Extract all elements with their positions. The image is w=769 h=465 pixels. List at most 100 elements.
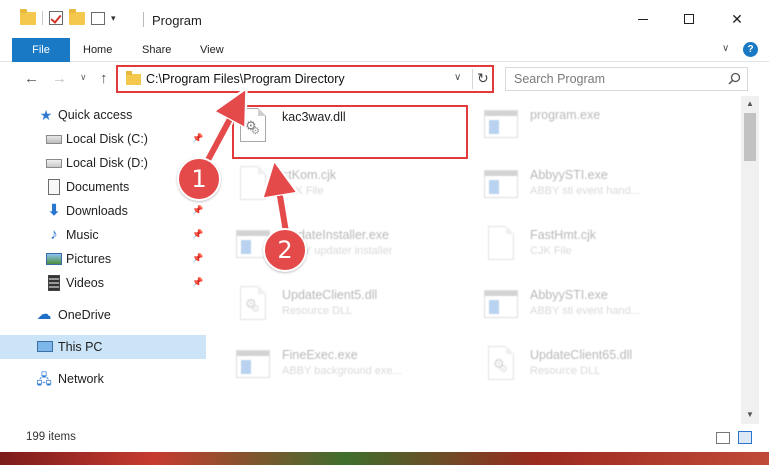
file-item[interactable]: ⚙ ⚙ UpdateClient65.dll Resource DLL <box>484 344 724 396</box>
properties-check-icon[interactable] <box>49 11 63 25</box>
recent-locations-chevron-icon[interactable]: ∨ <box>80 72 87 83</box>
tab-file[interactable]: File <box>12 38 70 62</box>
sidebar-item-label: Network <box>58 372 104 386</box>
file-item[interactable]: FastHmt.cjk CJK File <box>484 224 724 276</box>
details-view-icon[interactable] <box>716 432 730 444</box>
computer-icon <box>37 341 53 352</box>
music-icon: ♪ <box>50 226 58 243</box>
toolbar-divider <box>42 11 43 25</box>
exe-file-icon <box>484 106 518 146</box>
minimize-button[interactable] <box>620 0 666 38</box>
video-icon <box>48 275 60 291</box>
file-name: AbbyySTI.exe <box>530 288 608 302</box>
highlight-box <box>232 105 468 159</box>
file-name: program.exe <box>530 108 601 122</box>
tab-share[interactable]: Share <box>132 38 181 62</box>
sidebar-item-quick-access[interactable]: ★ Quick access <box>0 103 206 127</box>
window-title: Program <box>152 13 202 28</box>
sidebar-item-network[interactable]: 🖧 Network <box>0 367 206 391</box>
vertical-scrollbar[interactable]: ▲ ▼ <box>741 96 759 424</box>
explorer-window: ▾ Program ✕ File Home Share View ∨ ? ← →… <box>0 0 769 452</box>
search-placeholder: Search Program <box>514 72 606 86</box>
file-name: stKom.cjk <box>282 168 337 182</box>
file-name: FastHmt.cjk <box>530 228 596 242</box>
navigation-bar: ← → ∨ ↑ C:\Program Files\Program Directo… <box>0 62 769 96</box>
sidebar-item-documents[interactable]: Documents 📌 <box>0 175 206 199</box>
help-icon[interactable]: ? <box>743 42 758 57</box>
file-description: CJK File <box>282 185 324 197</box>
sidebar-item-downloads[interactable]: ⬇ Downloads 📌 <box>0 199 206 223</box>
properties-icon[interactable] <box>91 11 105 25</box>
file-description: ABBY background exe... <box>282 365 402 377</box>
sidebar-item-local-disk-c[interactable]: Local Disk (C:) 📌 <box>0 127 206 151</box>
pin-icon[interactable]: 📌 <box>192 229 203 240</box>
file-item[interactable]: program.exe <box>484 104 724 156</box>
sidebar-item-videos[interactable]: Videos 📌 <box>0 271 206 295</box>
address-divider <box>472 69 473 89</box>
file-description: Resource DLL <box>530 365 601 377</box>
sidebar-item-onedrive[interactable]: ☁ OneDrive <box>0 303 206 327</box>
sidebar-item-this-pc[interactable]: This PC <box>0 335 206 359</box>
search-icon <box>728 72 741 85</box>
file-description: ABBY sti event hand... <box>530 305 640 317</box>
expand-ribbon-chevron-icon[interactable]: ∨ <box>722 43 729 54</box>
document-file-icon <box>484 226 518 266</box>
dll-file-icon: ⚙ ⚙ <box>484 346 518 386</box>
file-item[interactable]: AbbyySTI.exe ABBY sti event hand... <box>484 284 724 336</box>
scroll-up-icon[interactable]: ▲ <box>746 99 754 108</box>
sidebar-item-pictures[interactable]: Pictures 📌 <box>0 247 206 271</box>
file-name: FineExec.exe <box>282 348 358 362</box>
folder-icon[interactable] <box>20 8 36 25</box>
dll-file-icon: ⚙ ⚙ <box>236 286 270 326</box>
pictures-icon <box>46 253 62 265</box>
folder-icon <box>126 71 141 85</box>
search-input[interactable]: Search Program <box>505 67 748 91</box>
tab-home[interactable]: Home <box>73 38 122 62</box>
maximize-icon <box>684 14 694 24</box>
navigation-pane: ★ Quick access Local Disk (C:) 📌 Local D… <box>0 96 206 424</box>
refresh-icon[interactable]: ↻ <box>477 70 489 87</box>
title-bar: ▾ Program ✕ <box>0 0 769 38</box>
sidebar-item-local-disk-d[interactable]: Local Disk (D:) <box>0 151 206 175</box>
step-2-badge: 2 <box>263 228 307 272</box>
sidebar-item-label: OneDrive <box>58 308 111 322</box>
tab-view[interactable]: View <box>190 38 234 62</box>
maximize-button[interactable] <box>666 0 712 38</box>
sidebar-item-label: Downloads <box>66 204 128 218</box>
scroll-down-icon[interactable]: ▼ <box>746 410 754 419</box>
file-name: AbbyySTI.exe <box>530 168 608 182</box>
file-item[interactable]: FineExec.exe ABBY background exe... <box>236 344 476 396</box>
documents-icon <box>48 179 60 195</box>
sidebar-item-label: Documents <box>66 180 130 194</box>
drive-icon <box>46 159 62 168</box>
address-bar[interactable]: C:\Program Files\Program Directory ∨ ↻ <box>116 65 494 93</box>
large-icons-view-icon[interactable] <box>738 431 752 444</box>
exe-file-icon <box>484 166 518 206</box>
drive-icon <box>46 135 62 144</box>
pin-icon[interactable]: 📌 <box>192 133 203 144</box>
close-icon: ✕ <box>731 10 743 27</box>
back-arrow-icon[interactable]: ← <box>24 70 39 87</box>
address-dropdown-chevron-icon[interactable]: ∨ <box>454 72 461 83</box>
file-item[interactable]: ⚙ ⚙ UpdateClient5.dll Resource DLL <box>236 284 476 336</box>
file-name: UpdateClient65.dll <box>530 348 633 362</box>
document-file-icon <box>236 166 270 206</box>
desktop-wallpaper-strip <box>0 452 769 465</box>
pin-icon[interactable]: 📌 <box>192 253 203 264</box>
file-item[interactable]: AbbyySTI.exe ABBY sti event hand... <box>484 164 724 216</box>
pin-icon[interactable]: 📌 <box>192 277 203 288</box>
address-path[interactable]: C:\Program Files\Program Directory <box>146 72 345 86</box>
sidebar-item-label: This PC <box>58 340 103 354</box>
close-button[interactable]: ✕ <box>714 0 760 38</box>
file-item[interactable]: stKom.cjk CJK File <box>236 164 476 216</box>
scrollbar-thumb[interactable] <box>744 113 756 161</box>
download-icon: ⬇ <box>47 202 61 219</box>
sidebar-item-music[interactable]: ♪ Music 📌 <box>0 223 206 247</box>
exe-file-icon <box>236 346 270 386</box>
up-arrow-icon[interactable]: ↑ <box>100 70 108 87</box>
item-count: 199 items <box>26 431 76 443</box>
new-folder-icon[interactable] <box>69 8 85 25</box>
forward-arrow-icon[interactable]: → <box>52 70 67 87</box>
pin-icon[interactable]: 📌 <box>192 205 203 216</box>
customize-toolbar-chevron-icon[interactable]: ▾ <box>111 13 116 24</box>
